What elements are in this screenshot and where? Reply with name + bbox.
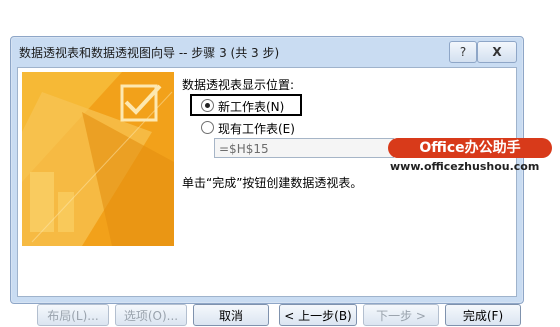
existing-sheet-radio[interactable] xyxy=(201,121,214,134)
layout-button[interactable]: 布局(L)... xyxy=(37,304,109,326)
watermark: Office办公助手 www.officezhushou.com xyxy=(388,134,556,174)
existing-sheet-label[interactable]: 现有工作表(E) xyxy=(218,120,295,137)
radio-selected-dot xyxy=(205,103,210,108)
help-button[interactable]: ? xyxy=(449,41,477,63)
watermark-url: www.officezhushou.com xyxy=(390,160,540,173)
back-button[interactable]: < 上一步(B) xyxy=(279,304,357,326)
close-button[interactable]: X xyxy=(477,41,517,63)
new-sheet-radio[interactable] xyxy=(201,99,214,112)
next-button[interactable]: 下一步 > xyxy=(363,304,439,326)
new-sheet-label[interactable]: 新工作表(N) xyxy=(218,98,284,115)
finish-button[interactable]: 完成(F) xyxy=(445,304,521,326)
finish-hint: 单击“完成”按钮创建数据透视表。 xyxy=(182,176,363,190)
dialog-titlebar: 数据透视表和数据透视图向导 -- 步骤 3 (共 3 步) ? X xyxy=(11,37,523,67)
wizard-illustration xyxy=(22,72,174,246)
watermark-brand: Office办公助手 xyxy=(388,138,552,158)
reference-input[interactable]: =$H$15 xyxy=(214,138,394,158)
dialog-title: 数据透视表和数据透视图向导 -- 步骤 3 (共 3 步) xyxy=(19,46,280,60)
options-button[interactable]: 选项(O)... xyxy=(115,304,187,326)
cancel-button[interactable]: 取消 xyxy=(193,304,269,326)
dialog-body: 数据透视表显示位置: 新工作表(N) 现有工作表(E) =$H$15 单击“完成… xyxy=(17,67,517,297)
location-prompt: 数据透视表显示位置: xyxy=(182,78,295,92)
